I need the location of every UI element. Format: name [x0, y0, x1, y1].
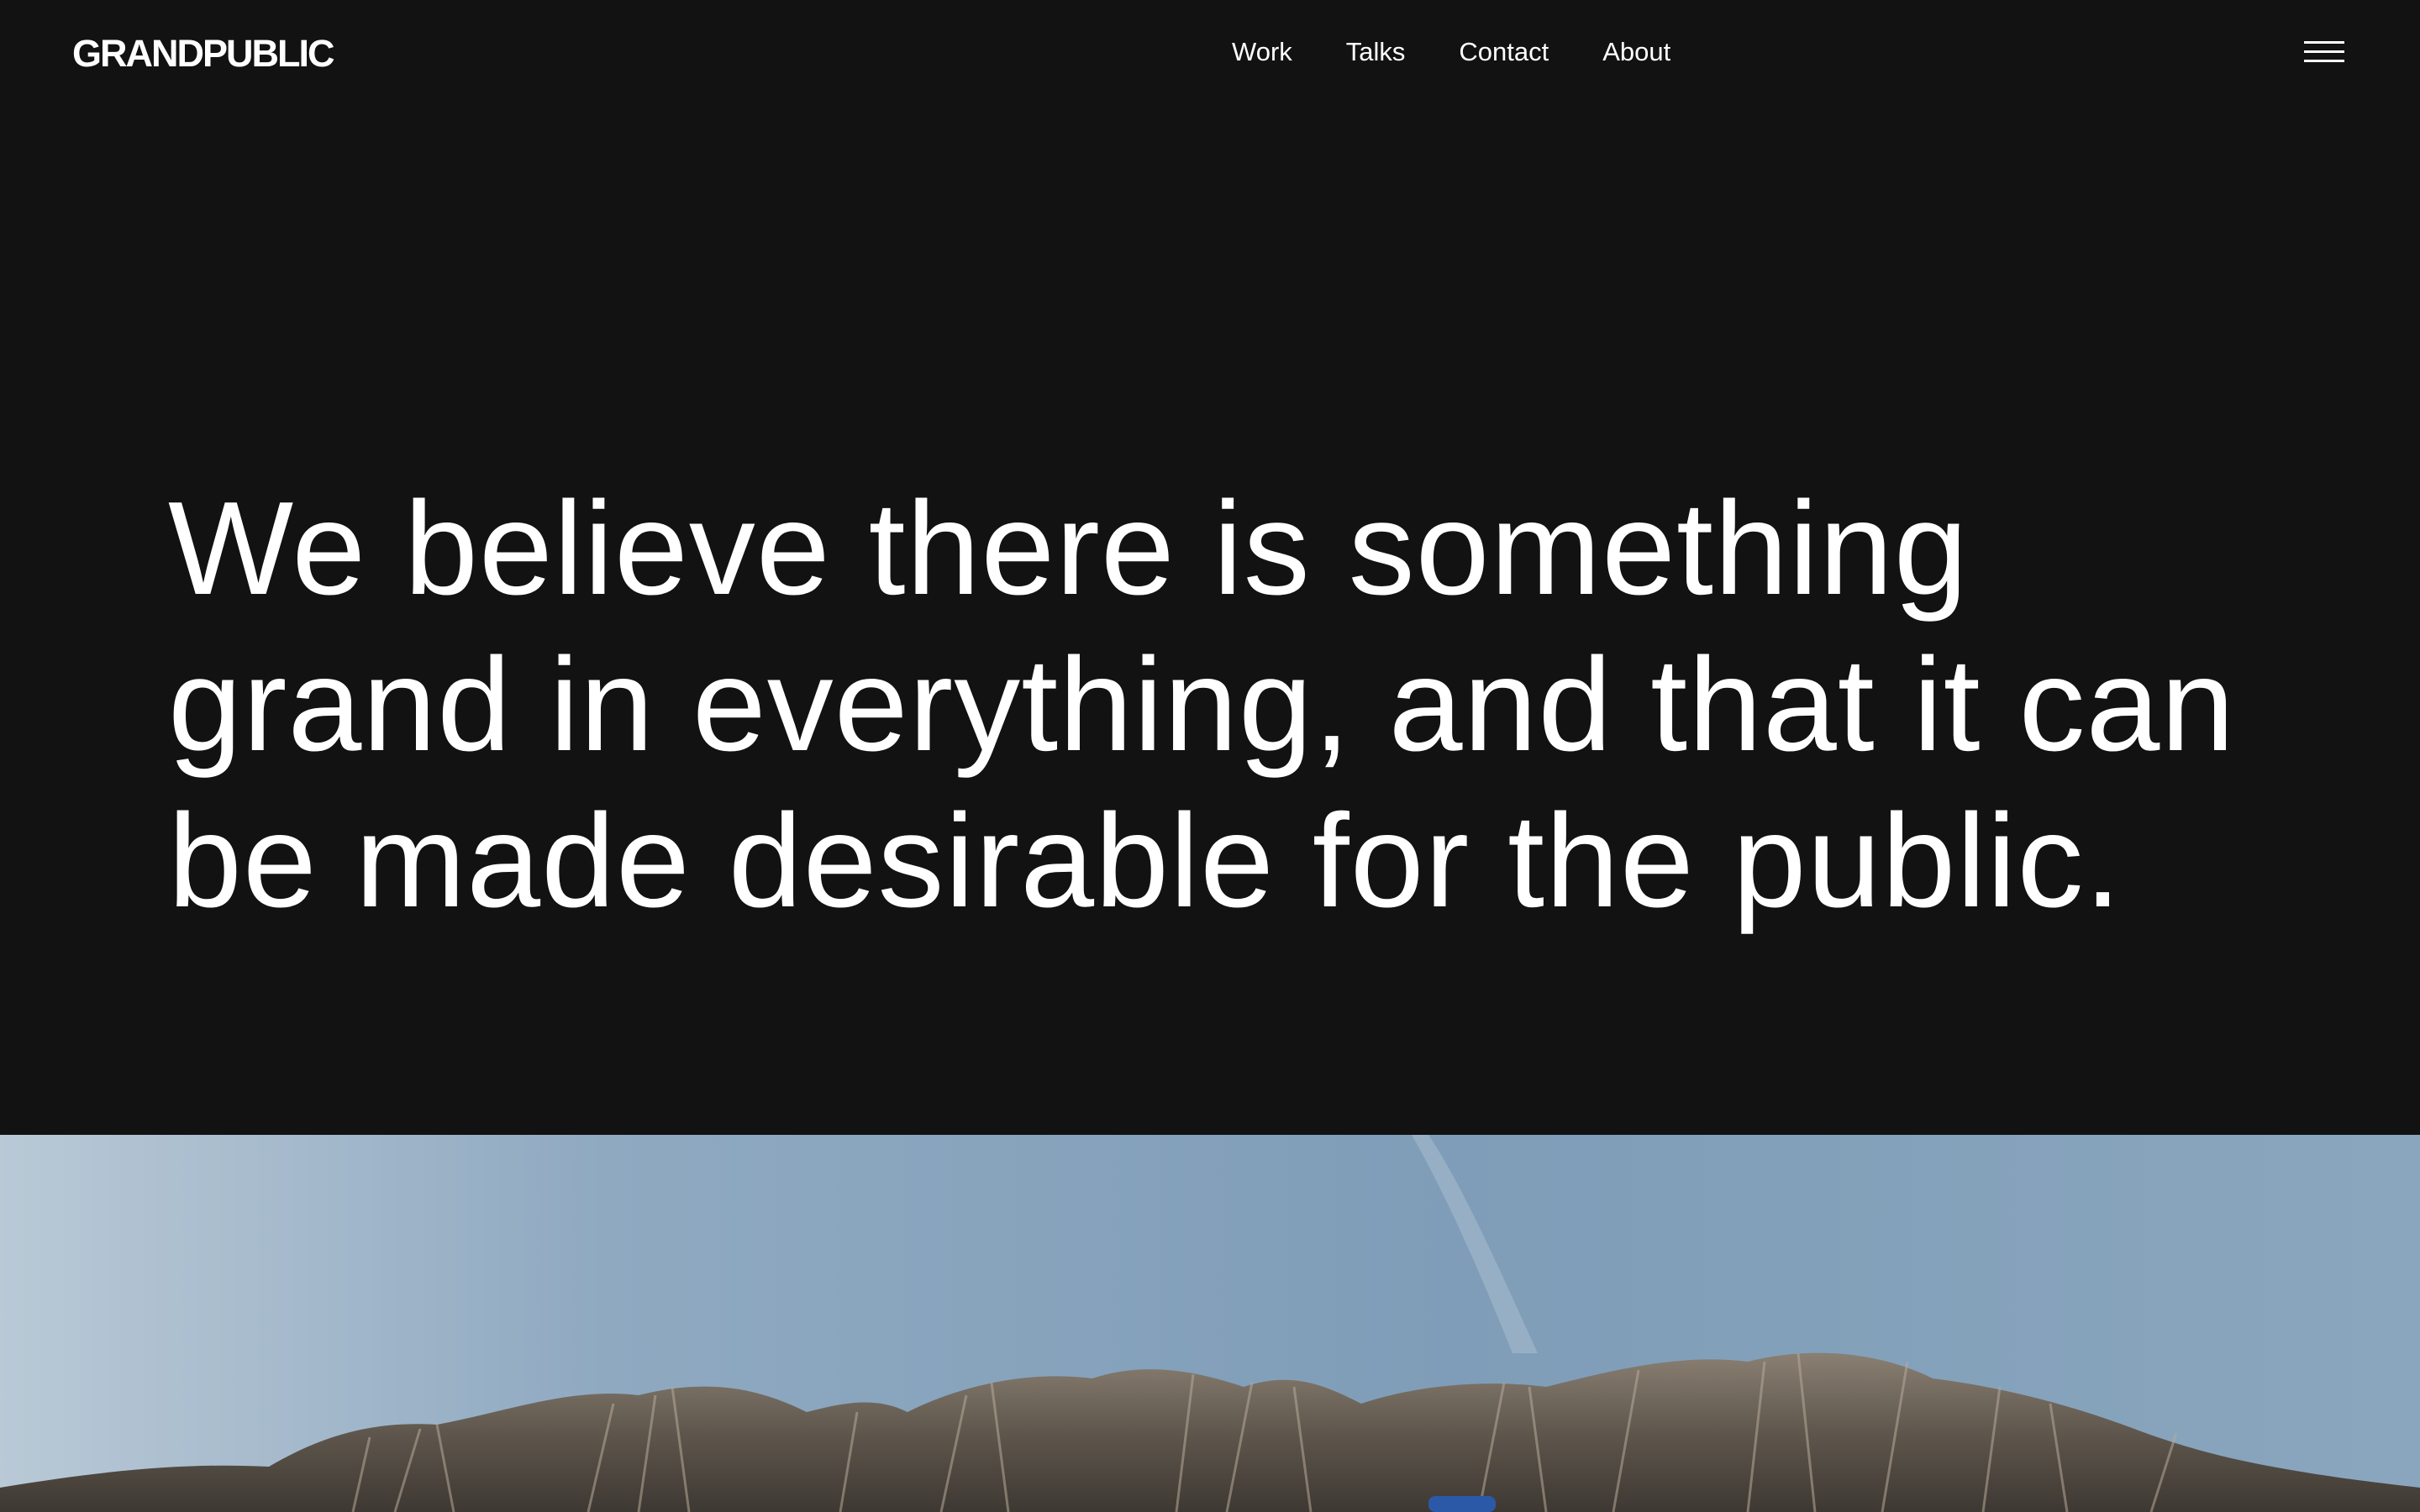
hero-statement: We believe there is something grand in e…	[168, 470, 2319, 939]
menu-line	[2304, 41, 2344, 44]
nav-link-about[interactable]: About	[1602, 32, 1670, 72]
hero-photo	[0, 1135, 2420, 1512]
menu-line	[2304, 60, 2344, 62]
nav-link-talks[interactable]: Talks	[1346, 32, 1406, 72]
hero-line-3: be made desirable for the public.	[168, 787, 2123, 935]
hamburger-menu-icon[interactable]	[2304, 37, 2346, 67]
nav-link-contact[interactable]: Contact	[1459, 32, 1549, 72]
hero-line-1: We believe there is something	[168, 475, 1969, 622]
hero-line-2: grand in everything, and that it can	[168, 631, 2236, 779]
menu-line	[2304, 50, 2344, 53]
site-header: GRANDPUBLIC Work Talks Contact About	[0, 0, 2420, 109]
hero-section: We believe there is something grand in e…	[168, 470, 2319, 939]
site-logo[interactable]: GRANDPUBLIC	[72, 30, 334, 77]
nav-link-work[interactable]: Work	[1232, 32, 1292, 72]
main-nav: Work Talks Contact About	[1232, 32, 1670, 72]
dune-grass-image	[0, 1135, 2420, 1512]
